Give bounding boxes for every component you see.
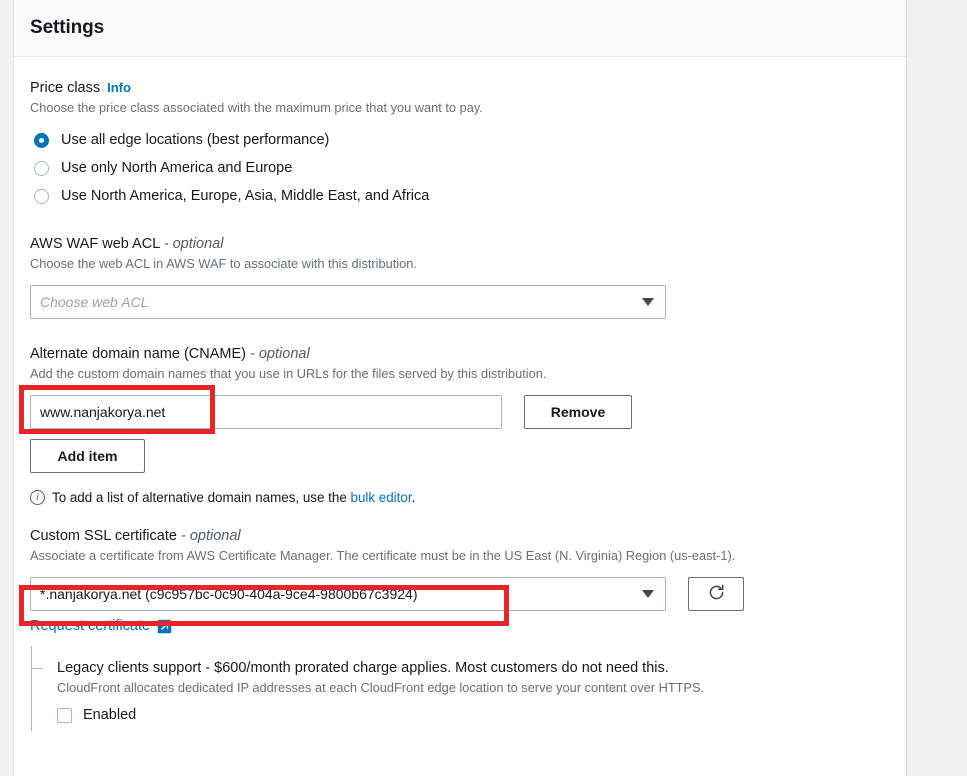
page-title: Settings bbox=[30, 17, 105, 38]
waf-select[interactable]: Choose web ACL bbox=[30, 285, 666, 319]
ssl-label-text: Custom SSL certificate bbox=[30, 528, 177, 544]
price-class-info-link[interactable]: Info bbox=[107, 80, 131, 95]
legacy-clients-title: Legacy clients support - $600/month pror… bbox=[57, 660, 669, 676]
cname-input-value: www.nanjakorya.net bbox=[40, 404, 166, 420]
hint-prefix: To add a list of alternative domain name… bbox=[52, 490, 347, 505]
radio-icon-selected bbox=[34, 132, 49, 148]
cname-label-text: Alternate domain name (CNAME) bbox=[30, 346, 246, 362]
cname-field: Alternate domain name (CNAME) - optional… bbox=[30, 344, 890, 505]
legacy-clients-description: CloudFront allocates dedicated IP addres… bbox=[57, 680, 705, 695]
screen: Settings Price class Info Choose the pric… bbox=[0, 0, 967, 776]
ssl-optional-tag: - optional bbox=[180, 528, 241, 544]
request-certificate-row: Request certificate bbox=[30, 618, 890, 634]
panel-header: Settings bbox=[14, 0, 906, 57]
chevron-down-icon bbox=[642, 298, 654, 306]
cname-input[interactable]: www.nanjakorya.net bbox=[30, 395, 502, 429]
price-class-radio-group: Use all edge locations (best performance… bbox=[30, 126, 890, 210]
bulk-editor-hint: i To add a list of alternative domain na… bbox=[30, 490, 890, 505]
chevron-down-icon bbox=[642, 590, 654, 598]
waf-select-placeholder: Choose web ACL bbox=[40, 294, 149, 310]
bulk-editor-hint-text: To add a list of alternative domain name… bbox=[52, 490, 415, 505]
refresh-icon bbox=[707, 583, 726, 605]
radio-all-edge-locations[interactable]: Use all edge locations (best performance… bbox=[30, 126, 890, 154]
waf-description: Choose the web ACL in AWS WAF to associa… bbox=[30, 256, 417, 271]
cname-optional-tag: - optional bbox=[250, 346, 310, 362]
settings-panel: Settings Price class Info Choose the pric… bbox=[13, 0, 907, 776]
price-class-label-text: Price class bbox=[30, 80, 101, 96]
hint-suffix: . bbox=[411, 490, 416, 505]
external-link-icon bbox=[157, 619, 172, 634]
price-class-field: Price class Info Choose the price class a… bbox=[30, 78, 890, 210]
radio-na-eu-asia-me-africa[interactable]: Use North America, Europe, Asia, Middle … bbox=[30, 182, 890, 210]
panel-body: Price class Info Choose the price class a… bbox=[14, 57, 906, 731]
ssl-certificate-value: *.nanjakorya.net (c9c957bc-0c90-404a-9ce… bbox=[40, 586, 418, 602]
waf-label-text: AWS WAF web ACL bbox=[30, 236, 160, 252]
ssl-certificate-select[interactable]: *.nanjakorya.net (c9c957bc-0c90-404a-9ce… bbox=[30, 577, 666, 611]
radio-label: Use only North America and Europe bbox=[61, 160, 293, 176]
info-circle-icon: i bbox=[30, 490, 45, 505]
legacy-enabled-checkbox-row[interactable]: Enabled bbox=[57, 707, 890, 723]
cname-label: Alternate domain name (CNAME) - optional bbox=[30, 344, 890, 364]
request-certificate-link[interactable]: Request certificate bbox=[30, 618, 150, 634]
radio-icon bbox=[34, 188, 49, 204]
legacy-clients-section: Legacy clients support - $600/month pror… bbox=[30, 646, 890, 731]
refresh-certificates-button[interactable] bbox=[688, 577, 744, 611]
ssl-select-row: *.nanjakorya.net (c9c957bc-0c90-404a-9ce… bbox=[30, 577, 890, 611]
remove-button[interactable]: Remove bbox=[524, 395, 632, 429]
radio-label: Use all edge locations (best performance… bbox=[61, 132, 330, 148]
add-item-button[interactable]: Add item bbox=[30, 439, 145, 473]
cname-input-row: www.nanjakorya.net Remove bbox=[30, 395, 890, 429]
radio-icon bbox=[34, 160, 49, 176]
price-class-label: Price class Info bbox=[30, 78, 890, 98]
legacy-enabled-label: Enabled bbox=[83, 707, 137, 723]
bulk-editor-link[interactable]: bulk editor bbox=[351, 490, 412, 505]
cname-description: Add the custom domain names that you use… bbox=[30, 366, 547, 381]
checkbox-icon bbox=[57, 707, 72, 723]
ssl-label: Custom SSL certificate - optional bbox=[30, 526, 890, 546]
waf-web-acl-field: AWS WAF web ACL - optional Choose the we… bbox=[30, 234, 890, 319]
radio-north-america-europe[interactable]: Use only North America and Europe bbox=[30, 154, 890, 182]
waf-label: AWS WAF web ACL - optional bbox=[30, 234, 890, 254]
price-class-description: Choose the price class associated with t… bbox=[30, 100, 483, 115]
waf-optional-tag: - optional bbox=[163, 236, 224, 252]
ssl-description: Associate a certificate from AWS Certifi… bbox=[30, 548, 736, 563]
radio-label: Use North America, Europe, Asia, Middle … bbox=[61, 188, 430, 204]
ssl-certificate-field: Custom SSL certificate - optional Associ… bbox=[30, 526, 890, 634]
